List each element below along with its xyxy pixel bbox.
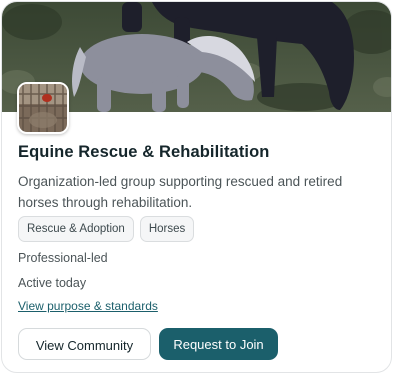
community-card: Equine Rescue & Rehabilitation Organizat… xyxy=(1,1,392,373)
view-community-button[interactable]: View Community xyxy=(18,328,151,360)
community-description: Organization-led group supporting rescue… xyxy=(18,174,343,210)
community-title: Equine Rescue & Rehabilitation xyxy=(18,143,270,161)
tag-horses: Horses xyxy=(139,216,195,242)
activity-status: Active today xyxy=(18,276,87,290)
request-to-join-button[interactable]: Request to Join xyxy=(159,328,278,360)
community-avatar xyxy=(17,82,69,134)
tag-rescue-adoption: Rescue & Adoption xyxy=(18,216,134,242)
purpose-standards-link[interactable]: View purpose & standards xyxy=(18,299,158,313)
tag-list: Rescue & Adoption Horses xyxy=(18,216,195,242)
leadership-label: Professional-led xyxy=(18,251,108,265)
